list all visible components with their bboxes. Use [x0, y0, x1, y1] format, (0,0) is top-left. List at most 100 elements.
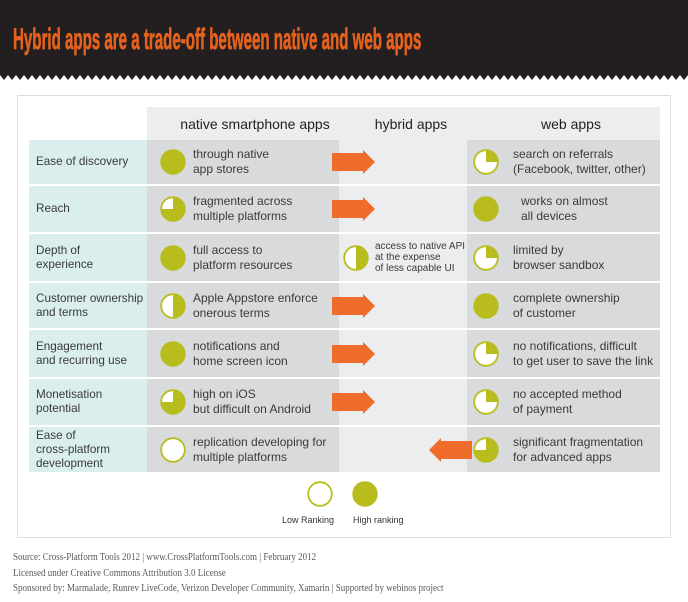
web-cell: limited by browser sandbox: [467, 234, 660, 281]
native-text: Apple Appstore enforce onerous terms: [193, 290, 318, 320]
web-text: complete ownership of customer: [513, 290, 620, 320]
arrow-right-icon: [332, 341, 375, 366]
footer-source-line: Source: Cross-Platform Tools 2012 | www.…: [13, 552, 317, 563]
table-row: Depth of experience full access to platf…: [29, 234, 660, 281]
rank-ball-outline: [160, 149, 186, 175]
native-cell: notifications and home screen icon: [147, 330, 339, 377]
native-text: through native app stores: [193, 147, 270, 176]
web-cell: search on referrals (Facebook, twitter, …: [467, 140, 660, 184]
web-cell: works on almost all devices: [467, 186, 660, 232]
rank-ball-fill: [486, 245, 498, 258]
row-label: Reach: [36, 202, 70, 215]
table-row: Monetisation potential high on iOS but d…: [29, 379, 660, 425]
arrow-shape: [332, 197, 375, 221]
arrow-shape: [429, 437, 472, 462]
rank-ball: [473, 389, 499, 415]
rank-ball: [473, 196, 499, 222]
native-cell: Apple Appstore enforce onerous terms: [147, 283, 339, 328]
row-label: Ease of discovery: [36, 155, 129, 168]
page-title: Hybrid apps are a trade-off between nati…: [13, 23, 422, 56]
rank-ball-fill: [173, 293, 185, 318]
row-label: Engagement and recurring use: [36, 339, 127, 367]
table-row: Ease of cross-platform development repli…: [29, 427, 660, 472]
rank-ball-outline: [352, 481, 378, 507]
web-cell: no accepted method of payment: [467, 379, 660, 425]
row-label-cell: Ease of discovery: [29, 140, 147, 184]
footer-license-line: Licensed under Creative Commons Attribut…: [13, 567, 226, 579]
rank-ball-outline: [160, 340, 186, 367]
table-row: Ease of discovery through native app sto…: [29, 140, 660, 184]
rank-ball: [473, 340, 499, 367]
arrow-right-icon: [332, 197, 375, 221]
arrow-shape: [332, 390, 375, 414]
arrow-right-icon: [332, 293, 375, 318]
rank-ball-outline: [473, 196, 499, 222]
row-label: Monetisation potential: [36, 388, 103, 415]
native-text: full access to platform resources: [193, 242, 293, 272]
web-text: no notifications, difficult to get user …: [513, 338, 654, 368]
table-row: Reach fragmented across multiple platfor…: [29, 186, 660, 232]
rank-ball-fill: [486, 341, 498, 354]
rank-ball: [160, 436, 186, 463]
native-cell: full access to platform resources: [147, 234, 339, 281]
native-text: replication developing for multiple plat…: [193, 434, 327, 464]
arrow-right-icon: [332, 390, 375, 414]
rank-ball: [160, 389, 186, 415]
rank-ball-fill: [486, 390, 498, 402]
web-text: limited by browser sandbox: [513, 242, 605, 272]
native-cell: replication developing for multiple plat…: [147, 427, 339, 472]
native-text: high on iOS but difficult on Android: [193, 387, 311, 416]
native-text: notifications and home screen icon: [193, 338, 288, 368]
column-header-native: native smartphone apps: [147, 107, 339, 140]
web-cell: complete ownership of customer: [467, 283, 660, 328]
row-label-cell: Reach: [29, 186, 147, 232]
arrow-shape: [332, 341, 375, 366]
rank-ball: [160, 196, 186, 222]
arrow-shape: [332, 150, 375, 174]
column-header-hybrid: hybrid apps: [339, 107, 467, 140]
rank-ball-outline: [307, 481, 333, 507]
rank-ball: [473, 149, 499, 175]
rank-ball-outline: [473, 292, 499, 319]
rank-ball-outline: [160, 436, 186, 463]
row-label: Ease of cross-platform development: [36, 428, 111, 470]
row-label-cell: Ease of cross-platform development: [29, 427, 147, 472]
rank-ball: [160, 340, 186, 367]
arrow-left-icon: [429, 437, 472, 462]
arrow-shape: [332, 293, 375, 318]
comparison-table: Ease of discovery through native app sto…: [29, 140, 660, 472]
rank-ball: [160, 149, 186, 175]
native-text: fragmented across multiple platforms: [193, 194, 293, 223]
legend-low-ranking-ball: [307, 481, 333, 507]
hybrid-cell: access to native API at the expense of l…: [339, 234, 467, 281]
column-header-web: web apps: [467, 107, 660, 140]
rank-ball: [473, 244, 499, 271]
table-row: Engagement and recurring use notificatio…: [29, 330, 660, 377]
footer-sponsors-line: Sponsored by: Marmalade, Runrev LiveCode…: [13, 583, 444, 595]
native-cell: through native app stores: [147, 140, 339, 184]
native-cell: fragmented across multiple platforms: [147, 186, 339, 232]
rank-ball: [160, 292, 186, 319]
web-cell: no notifications, difficult to get user …: [467, 330, 660, 377]
web-text: no accepted method of payment: [513, 387, 622, 416]
rank-ball: [343, 244, 369, 271]
row-label: Customer ownership and terms: [36, 291, 144, 319]
web-text: significant fragmentation for advanced a…: [513, 434, 644, 464]
rank-ball-fill: [486, 150, 498, 162]
rank-ball-fill: [356, 245, 368, 270]
row-label-cell: Monetisation potential: [29, 379, 147, 425]
rank-ball: [473, 436, 499, 463]
web-text: works on almost all devices: [521, 194, 608, 223]
web-text: search on referrals (Facebook, twitter, …: [513, 147, 646, 176]
row-label-cell: Depth of experience: [29, 234, 147, 281]
rank-ball-outline: [160, 244, 186, 271]
table-row: Customer ownership and terms Apple Appst…: [29, 283, 660, 328]
source-footer: Source: Cross-Platform Tools 2012 | www.…: [13, 550, 443, 597]
row-label-cell: Customer ownership and terms: [29, 283, 147, 328]
legend-low-label: Low Ranking: [282, 515, 335, 525]
web-cell: significant fragmentation for advanced a…: [467, 427, 660, 472]
row-label: Depth of experience: [36, 243, 94, 271]
rank-ball: [160, 244, 186, 271]
rank-ball: [473, 292, 499, 319]
row-label-cell: Engagement and recurring use: [29, 330, 147, 377]
